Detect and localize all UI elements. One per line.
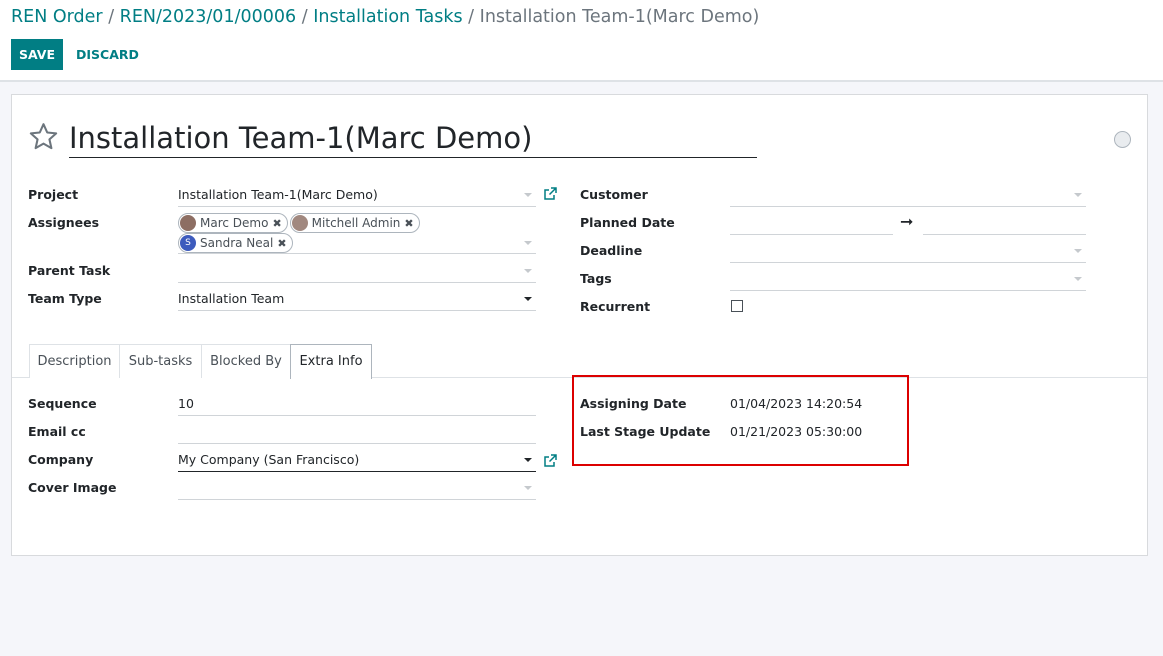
chevron-down-icon xyxy=(1074,193,1082,197)
team-type-value: Installation Team xyxy=(178,291,285,306)
project-field[interactable]: Installation Team-1(Marc Demo) xyxy=(178,184,536,207)
email-cc-label: Email cc xyxy=(28,424,86,439)
avatar xyxy=(291,215,308,231)
assignee-tag[interactable]: S Sandra Neal ✖ xyxy=(178,233,293,253)
breadcrumb-separator: / xyxy=(108,7,115,27)
assignees-label: Assignees xyxy=(28,215,100,230)
form-sheet: Installation Team-1(Marc Demo) Project I… xyxy=(11,94,1148,556)
chevron-down-icon xyxy=(524,486,532,490)
breadcrumb-separator: / xyxy=(301,7,308,27)
discard-button[interactable]: DISCARD xyxy=(72,39,143,70)
kanban-state-icon[interactable] xyxy=(1114,131,1131,148)
project-label: Project xyxy=(28,187,79,202)
tags-field[interactable] xyxy=(730,268,1086,291)
sequence-label: Sequence xyxy=(28,396,97,411)
tab-extra-info[interactable]: Extra Info xyxy=(290,344,372,379)
team-type-select[interactable]: Installation Team xyxy=(178,288,536,311)
sequence-input[interactable]: 10 xyxy=(178,393,536,416)
breadcrumb-ren-order[interactable]: REN Order xyxy=(11,7,103,27)
breadcrumb: REN Order / REN/2023/01/00006 / Installa… xyxy=(11,7,759,27)
tags-label: Tags xyxy=(580,271,612,286)
customer-label: Customer xyxy=(580,187,648,202)
arrow-right-icon: ➞ xyxy=(900,212,914,231)
breadcrumb-separator: / xyxy=(468,7,475,27)
avatar xyxy=(180,215,196,231)
chevron-down-icon xyxy=(1074,249,1082,253)
deadline-label: Deadline xyxy=(580,243,643,258)
task-title-input[interactable]: Installation Team-1(Marc Demo) xyxy=(69,119,757,158)
remove-icon[interactable]: ✖ xyxy=(277,237,286,250)
external-link-icon[interactable] xyxy=(543,453,557,472)
deadline-input[interactable] xyxy=(730,240,1086,263)
save-button[interactable]: SAVE xyxy=(11,39,63,70)
assignee-tag[interactable]: Mitchell Admin ✖ xyxy=(289,213,420,233)
planned-date-label: Planned Date xyxy=(580,215,675,230)
tab-blocked-by[interactable]: Blocked By xyxy=(201,344,291,378)
company-field[interactable]: My Company (San Francisco) xyxy=(178,449,536,472)
breadcrumb-current: Installation Team-1(Marc Demo) xyxy=(479,7,760,27)
email-cc-input[interactable] xyxy=(178,421,536,444)
control-panel: REN Order / REN/2023/01/00006 / Installa… xyxy=(0,0,1163,82)
external-link-icon[interactable] xyxy=(543,186,557,205)
planned-date-start-input[interactable] xyxy=(730,212,893,235)
avatar: S xyxy=(180,235,196,251)
star-icon[interactable] xyxy=(28,121,59,156)
cover-image-field[interactable] xyxy=(178,477,536,500)
chevron-down-icon xyxy=(524,269,532,273)
highlight-box xyxy=(572,375,909,466)
assignee-name: Mitchell Admin xyxy=(311,216,401,230)
chevron-down-icon xyxy=(1074,277,1082,281)
tab-description[interactable]: Description xyxy=(29,344,120,378)
assignee-tag[interactable]: Marc Demo ✖ xyxy=(178,213,288,233)
remove-icon[interactable]: ✖ xyxy=(272,217,281,230)
chevron-down-icon xyxy=(524,193,532,197)
chevron-down-icon xyxy=(524,241,532,245)
parent-task-field[interactable] xyxy=(178,260,536,283)
project-value: Installation Team-1(Marc Demo) xyxy=(178,187,378,202)
remove-icon[interactable]: ✖ xyxy=(404,217,413,230)
company-label: Company xyxy=(28,452,94,467)
assignees-field[interactable]: Marc Demo ✖ Mitchell Admin ✖ S Sandra Neal ✖ xyxy=(178,213,536,254)
sequence-value: 10 xyxy=(178,396,194,411)
assignee-name: Marc Demo xyxy=(200,216,269,230)
parent-task-label: Parent Task xyxy=(28,263,111,278)
chevron-down-icon xyxy=(524,297,532,301)
assignee-name: Sandra Neal xyxy=(200,236,274,250)
recurrent-label: Recurrent xyxy=(580,299,651,314)
planned-date-end-input[interactable] xyxy=(923,212,1086,235)
recurrent-checkbox[interactable] xyxy=(731,300,743,312)
cover-image-label: Cover Image xyxy=(28,480,117,495)
customer-field[interactable] xyxy=(730,184,1086,207)
breadcrumb-installation-tasks[interactable]: Installation Tasks xyxy=(313,7,462,27)
team-type-label: Team Type xyxy=(28,291,102,306)
tab-sub-tasks[interactable]: Sub-tasks xyxy=(119,344,202,378)
breadcrumb-order-ref[interactable]: REN/2023/01/00006 xyxy=(120,7,296,27)
company-value: My Company (San Francisco) xyxy=(178,452,360,467)
chevron-down-icon xyxy=(524,458,532,462)
